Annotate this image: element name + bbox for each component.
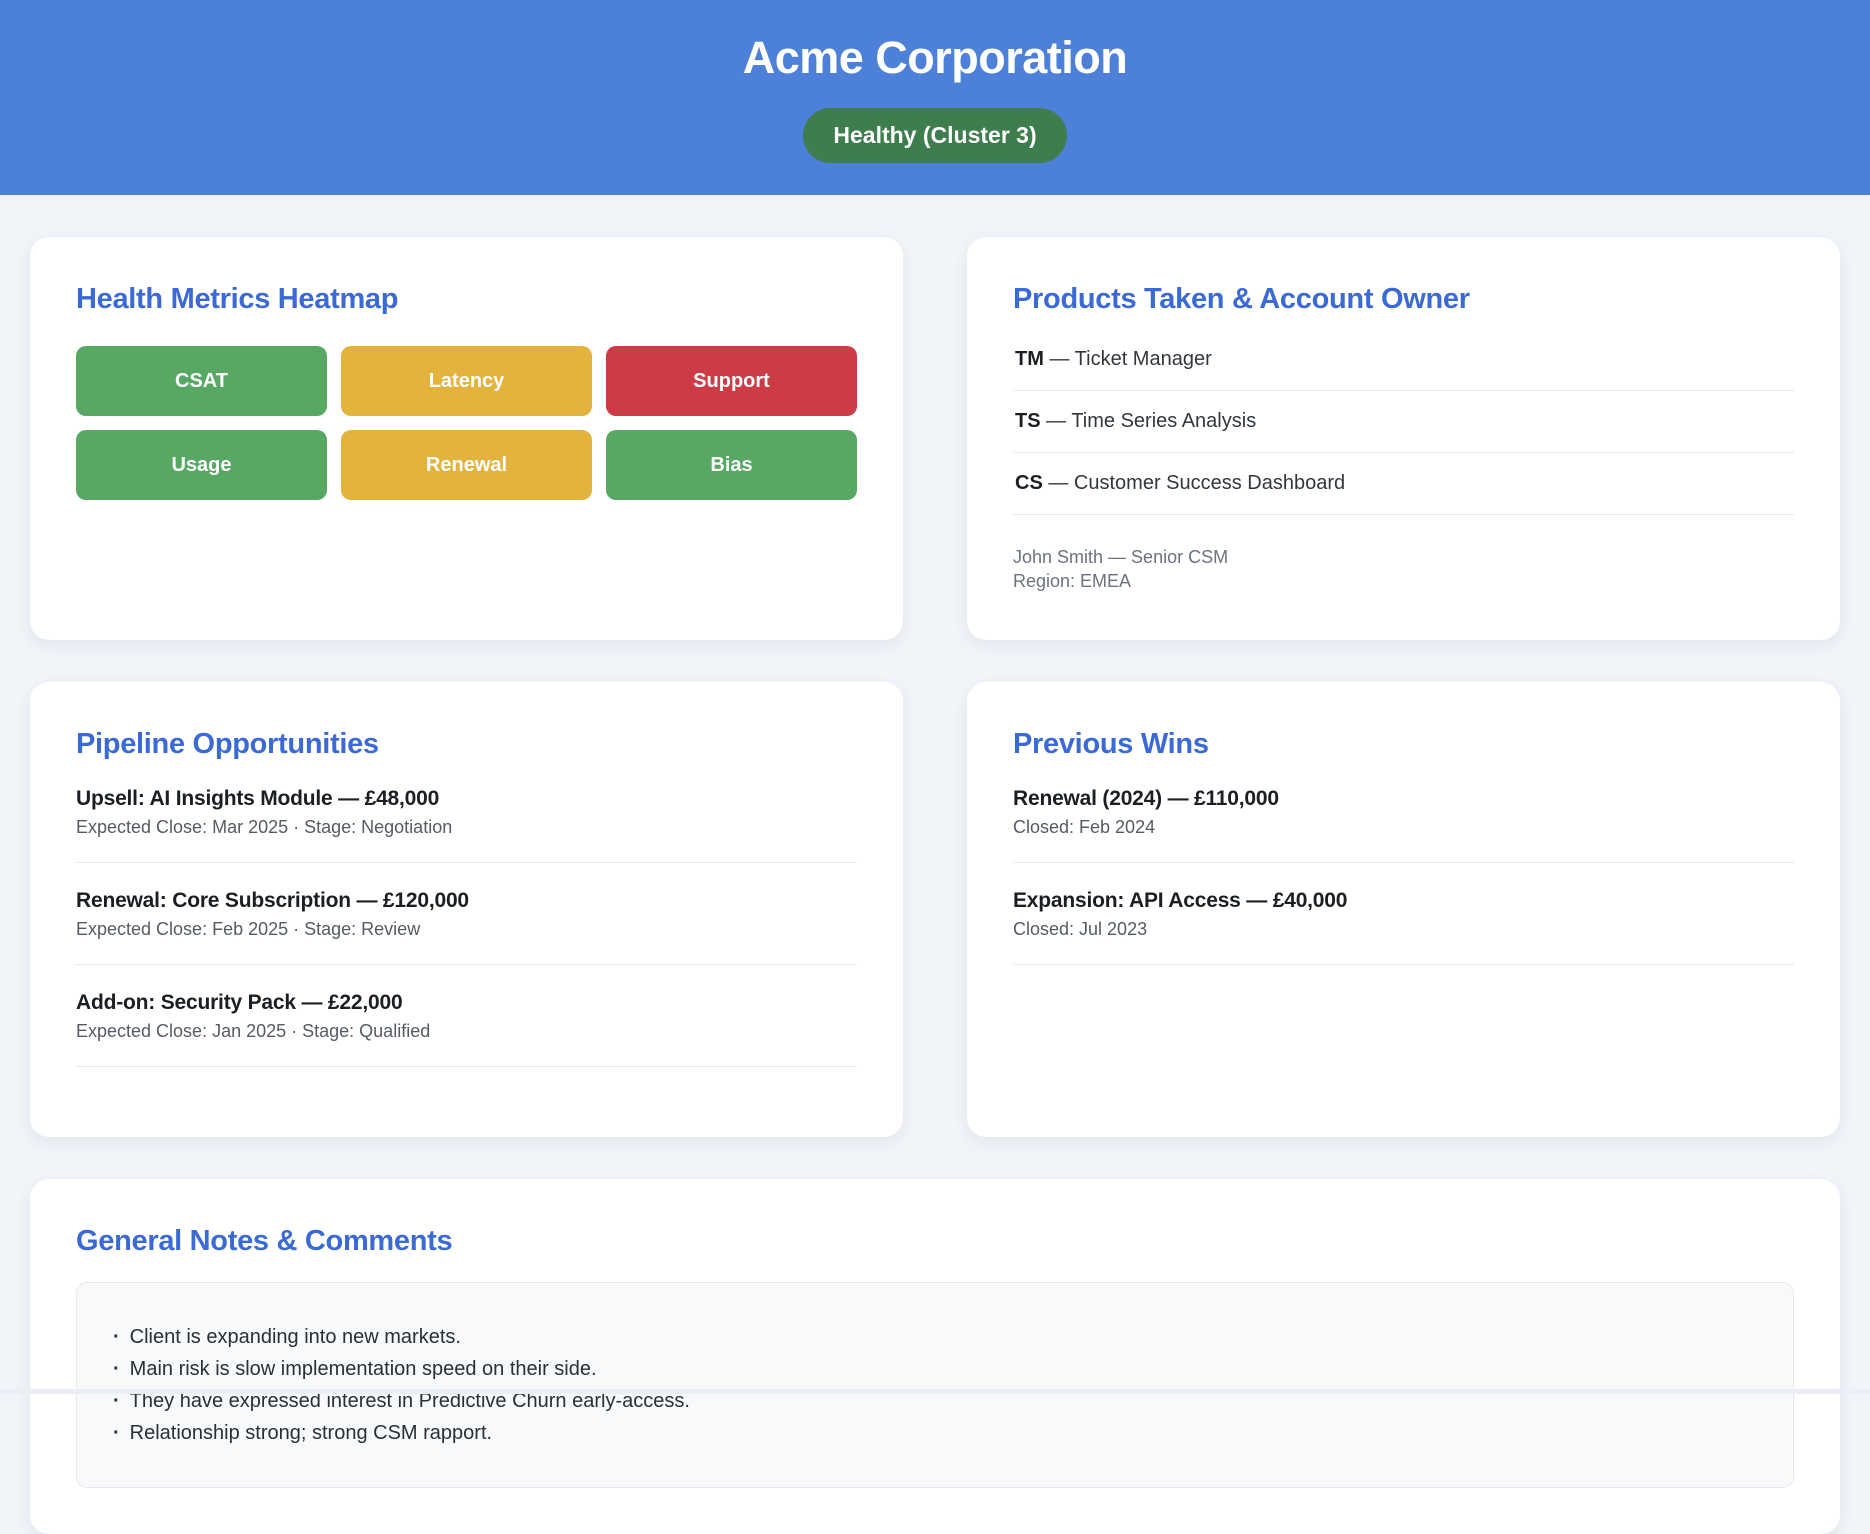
heatmap-tile[interactable]: CSAT xyxy=(76,346,327,416)
heatmap-tile[interactable]: Renewal xyxy=(341,430,592,500)
previous-wins-title: Previous Wins xyxy=(1013,728,1794,761)
pipeline-list: Upsell: AI Insights Module — £48,000 Exp… xyxy=(76,785,857,1067)
heatmap-tile[interactable]: Support xyxy=(606,346,857,416)
product-name: — Ticket Manager xyxy=(1049,348,1211,370)
account-owner-name: John Smith — Senior CSM xyxy=(1013,545,1794,569)
previous-wins-list: Renewal (2024) — £110,000 Closed: Feb 20… xyxy=(1013,785,1794,965)
note-text: Client is expanding into new markets. xyxy=(130,1321,461,1353)
company-title: Acme Corporation xyxy=(0,0,1870,84)
products-card: Products Taken & Account Owner TM — Tick… xyxy=(967,237,1840,640)
pipeline-item-title: Renewal: Core Subscription — £120,000 xyxy=(76,889,857,913)
next-section-edge xyxy=(0,1389,1870,1394)
heatmap-tile-label: Usage xyxy=(171,454,231,477)
heatmap-tile-label: Support xyxy=(693,370,770,393)
product-code: CS xyxy=(1015,472,1043,494)
heatmap-tiles: CSAT Latency Support Usage Renewal xyxy=(76,346,857,500)
win-item-title: Expansion: API Access — £40,000 xyxy=(1013,889,1794,913)
note-line: · Relationship strong; strong CSM rappor… xyxy=(107,1417,1763,1449)
heatmap-tile-label: Bias xyxy=(710,454,752,477)
bullet-dot: · xyxy=(113,1353,120,1385)
product-name: — Time Series Analysis xyxy=(1046,410,1256,432)
win-item: Expansion: API Access — £40,000 Closed: … xyxy=(1013,887,1794,965)
product-code: TM xyxy=(1015,348,1044,370)
pipeline-item-meta: Expected Close: Feb 2025 · Stage: Review xyxy=(76,919,857,940)
pipeline-item-meta: Expected Close: Jan 2025 · Stage: Qualif… xyxy=(76,1021,857,1042)
health-metrics-card: Health Metrics Heatmap CSAT Latency Supp… xyxy=(30,237,903,640)
pipeline-item-meta: Expected Close: Mar 2025 · Stage: Negoti… xyxy=(76,817,857,838)
heatmap-tile-label: Renewal xyxy=(426,454,507,477)
note-line: · Main risk is slow implementation speed… xyxy=(107,1353,1763,1385)
heatmap-tile-label: CSAT xyxy=(175,370,228,393)
previous-wins-card: Previous Wins Renewal (2024) — £110,000 … xyxy=(967,682,1840,1137)
dashboard-grid: Health Metrics Heatmap CSAT Latency Supp… xyxy=(0,195,1870,1534)
product-list-item: CS — Customer Success Dashboard xyxy=(1013,453,1794,515)
products-title: Products Taken & Account Owner xyxy=(1013,283,1794,316)
product-code: TS xyxy=(1015,410,1041,432)
bullet-dot: · xyxy=(113,1417,120,1449)
pipeline-item: Renewal: Core Subscription — £120,000 Ex… xyxy=(76,887,857,965)
pipeline-card: Pipeline Opportunities Upsell: AI Insigh… xyxy=(30,682,903,1137)
page-header: Acme Corporation Healthy (Cluster 3) xyxy=(0,0,1870,195)
products-list: TM — Ticket Manager TS — Time Series Ana… xyxy=(1013,340,1794,515)
pipeline-title: Pipeline Opportunities xyxy=(76,728,857,761)
note-line: · Client is expanding into new markets. xyxy=(107,1321,1763,1353)
health-status-badge: Healthy (Cluster 3) xyxy=(803,108,1066,163)
general-notes-card: General Notes & Comments · Client is exp… xyxy=(30,1179,1840,1534)
pipeline-item-title: Upsell: AI Insights Module — £48,000 xyxy=(76,787,857,811)
product-list-item: TM — Ticket Manager xyxy=(1013,340,1794,391)
pipeline-item: Add-on: Security Pack — £22,000 Expected… xyxy=(76,989,857,1067)
win-item-meta: Closed: Jul 2023 xyxy=(1013,919,1794,940)
heatmap-tile[interactable]: Usage xyxy=(76,430,327,500)
heatmap-tile[interactable]: Latency xyxy=(341,346,592,416)
win-item: Renewal (2024) — £110,000 Closed: Feb 20… xyxy=(1013,785,1794,863)
pipeline-item-title: Add-on: Security Pack — £22,000 xyxy=(76,991,857,1015)
win-item-meta: Closed: Feb 2024 xyxy=(1013,817,1794,838)
win-item-title: Renewal (2024) — £110,000 xyxy=(1013,787,1794,811)
notes-box: · Client is expanding into new markets. … xyxy=(76,1282,1794,1488)
heatmap-tile[interactable]: Bias xyxy=(606,430,857,500)
heatmap-tile-label: Latency xyxy=(429,370,505,393)
product-list-item: TS — Time Series Analysis xyxy=(1013,391,1794,453)
pipeline-item: Upsell: AI Insights Module — £48,000 Exp… xyxy=(76,785,857,863)
health-metrics-title: Health Metrics Heatmap xyxy=(76,283,857,316)
bullet-dot: · xyxy=(113,1321,120,1353)
account-owner-block: John Smith — Senior CSM Region: EMEA xyxy=(1013,545,1794,594)
note-text: Relationship strong; strong CSM rapport. xyxy=(130,1417,492,1449)
account-owner-region: Region: EMEA xyxy=(1013,569,1794,593)
product-name: — Customer Success Dashboard xyxy=(1048,472,1345,494)
general-notes-title: General Notes & Comments xyxy=(76,1225,1794,1258)
note-text: Main risk is slow implementation speed o… xyxy=(130,1353,597,1385)
